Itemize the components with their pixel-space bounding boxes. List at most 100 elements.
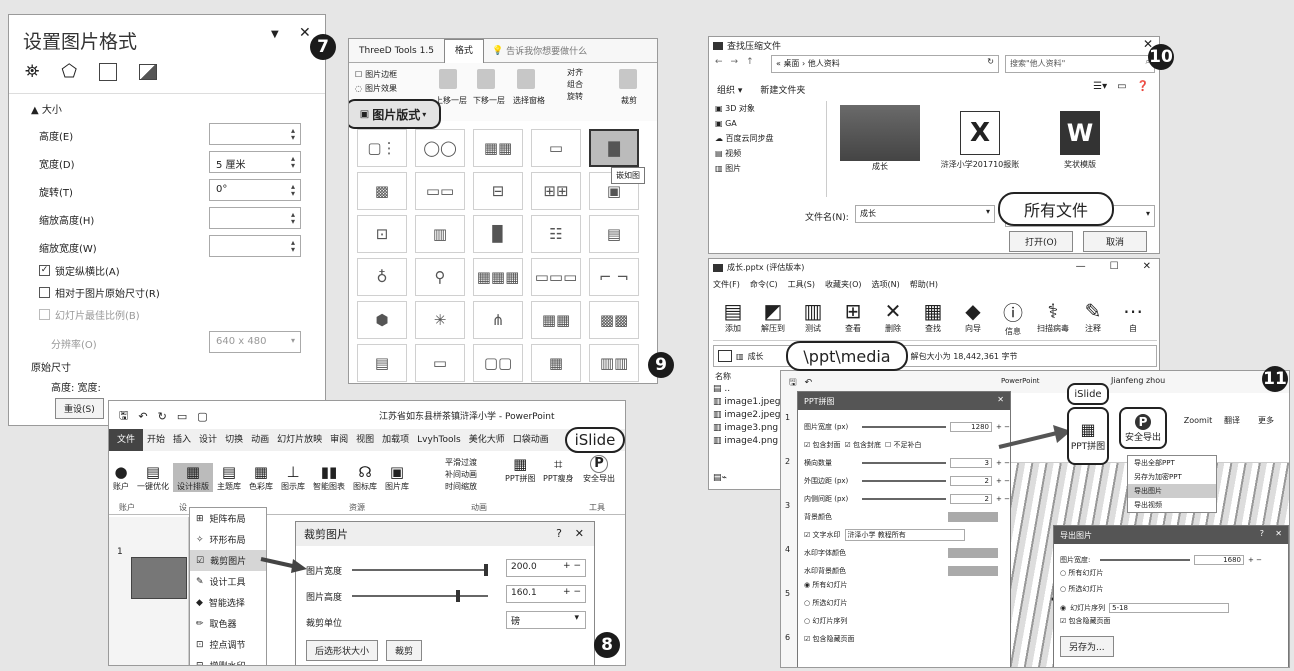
ribbon-tab[interactable]: 加载项 (378, 429, 413, 451)
spinner-icon[interactable]: ▴ ▾ (286, 208, 300, 228)
up-folder-icon[interactable] (718, 350, 732, 362)
ppt-puzzle-button[interactable]: ▦ PPT拼图 (505, 455, 536, 484)
value-input[interactable]: 3 (950, 458, 992, 468)
plus-minus-icon[interactable]: + − (996, 477, 1010, 485)
ribbon-tab[interactable]: 审阅 (326, 429, 352, 451)
slider[interactable] (1100, 559, 1190, 561)
file-item-chengzhang[interactable]: 成长 (835, 105, 925, 172)
slider[interactable] (862, 498, 946, 500)
path-bar[interactable]: « 桌面 › 他人资料 ↻ (771, 55, 999, 73)
help-icon[interactable]: ? (1260, 529, 1264, 538)
tab-threed-tools[interactable]: ThreeD Tools 1.5 (349, 46, 444, 56)
file-item-excel[interactable]: X 浒泽小学201710报账 (935, 105, 1025, 170)
address-bar[interactable]: ▥ 成长 文件, 解包大小为 18,442,361 字节 (713, 345, 1157, 367)
spinner-icon[interactable]: ▴ ▾ (286, 124, 300, 144)
view-icon[interactable]: ☰▾ (1093, 81, 1107, 92)
toolbar-button[interactable]: ◆ 向导 (953, 299, 993, 334)
ribbon-tab[interactable]: 文件 (109, 429, 144, 451)
shape-size-button[interactable]: 后选形状大小 (306, 640, 379, 661)
rotate-button[interactable]: 旋转 (567, 91, 583, 103)
file-item-word[interactable]: W 奖状模版 (1035, 105, 1125, 170)
layout-option-icon[interactable]: ◯◯ (415, 129, 465, 167)
ribbon-tool-button[interactable]: ● 账户 (109, 463, 133, 492)
ribbon-tab[interactable]: 幻灯片放映 (273, 429, 326, 451)
layout-option-icon[interactable]: ⚲ (415, 258, 465, 296)
toolbar-button[interactable]: ▥ 测试 (793, 299, 833, 334)
spinner-icon[interactable]: ▴ ▾ (286, 236, 300, 256)
radio-selected[interactable]: ○ 所选幻灯片 (804, 598, 1010, 616)
tween-animation-button[interactable]: 补间动画 (445, 469, 477, 480)
slider[interactable] (862, 480, 946, 482)
plus-minus-icon[interactable]: + − (1248, 556, 1262, 564)
file-type-highlight[interactable]: 所有文件 (998, 192, 1114, 226)
color-swatch[interactable] (948, 548, 998, 558)
watermark-input[interactable]: 浒泽小学 教程所有 (844, 529, 965, 541)
tab-format[interactable]: 格式 (443, 39, 484, 63)
ribbon-tool-button[interactable]: ▮▮ 智能图表 (309, 463, 349, 492)
effects-icon[interactable]: ⬠ (61, 61, 77, 82)
export-menu-item[interactable]: 导出视频 (1128, 498, 1216, 512)
ribbon-side-button[interactable]: 翻译 (1215, 415, 1249, 426)
menu-item[interactable]: 文件(F) (713, 279, 740, 290)
layout-option-icon[interactable]: ▩▩ (589, 301, 639, 339)
crop-icon[interactable] (619, 69, 637, 89)
tree-item-pictures[interactable]: ▥ 图片 (715, 161, 826, 176)
layout-option-icon[interactable]: ▭ (415, 344, 465, 382)
ribbon-tool-button[interactable]: ⊥ 图示库 (277, 463, 309, 492)
resolution-select[interactable]: 640 x 480 ▾ (209, 331, 301, 353)
layout-option-icon[interactable]: ▢▢ (473, 344, 523, 382)
align-button[interactable]: 对齐 (567, 67, 583, 79)
islide-tab-highlight[interactable]: iSlide (1067, 383, 1109, 405)
menu-item[interactable]: 选项(N) (872, 279, 900, 290)
layout-option-icon[interactable]: ☷ (531, 215, 581, 253)
slider-thumb[interactable] (456, 590, 460, 602)
ribbon-tab[interactable]: 视图 (352, 429, 378, 451)
save-icon[interactable]: 🖫 (789, 375, 797, 391)
ribbon-tool-button[interactable]: ▤ 主题库 (213, 463, 245, 492)
export-menu-item[interactable]: 导出图片 (1128, 484, 1216, 498)
minimize-icon[interactable]: — (1076, 261, 1086, 272)
layout-option-icon[interactable]: ▦▦▦ (473, 258, 523, 296)
toolbar-button[interactable]: ✕ 删除 (873, 299, 913, 334)
lock-aspect-checkbox[interactable]: ✓ 锁定纵横比(A) (39, 263, 120, 278)
scale-height-input[interactable]: ▴ ▾ (209, 207, 301, 229)
ribbon-side-button[interactable]: 更多 (1249, 415, 1283, 426)
scale-width-input[interactable]: ▴ ▾ (209, 235, 301, 257)
slide-number[interactable]: 5 (781, 575, 797, 619)
column-header[interactable]: 名称 (715, 371, 731, 382)
up-icon[interactable]: ↑ (746, 57, 754, 67)
export-radio-sequence[interactable]: ◉ 幻灯片序列 5-18 (1060, 600, 1262, 616)
save-icon[interactable]: 🖫 (119, 407, 128, 426)
maximize-icon[interactable]: ☐ (1110, 261, 1119, 272)
smooth-transition-button[interactable]: 平滑过渡 (445, 457, 477, 468)
height-value-input[interactable]: 160.1 + − (506, 585, 586, 603)
plus-minus-icon[interactable]: + − (996, 495, 1010, 503)
layout-option-icon[interactable]: ▦▦ (473, 129, 523, 167)
tree-item-baidu[interactable]: ☁ 百度云同步盘 (715, 131, 826, 146)
safe-export-highlight[interactable]: P 安全导出 (1119, 407, 1167, 449)
toolbar-button[interactable]: ✎ 注释 (1073, 299, 1113, 334)
back-icon[interactable]: ← (715, 57, 723, 67)
islide-tab-highlight[interactable]: iSlide (565, 427, 625, 453)
time-scale-button[interactable]: 时间缩放 (445, 481, 477, 492)
design-menu-item[interactable]: ✏ 取色器 (190, 613, 266, 634)
layout-option-icon[interactable]: ▉ (473, 215, 523, 253)
unit-select[interactable]: 磅 ▾ (506, 611, 586, 629)
tree-item-video[interactable]: ▤ 视频 (715, 146, 826, 161)
export-menu-item[interactable]: 导出全部PPT (1128, 456, 1216, 470)
close-icon[interactable]: ✕ (1275, 529, 1282, 538)
ribbon-tab[interactable]: 切换 (221, 429, 247, 451)
menu-item[interactable]: 帮助(H) (910, 279, 938, 290)
layout-option-icon[interactable]: ▩ (357, 172, 407, 210)
crop-button[interactable]: 裁剪 (386, 640, 423, 661)
checkbox-checked-icon[interactable]: ✓ (39, 265, 50, 276)
design-menu-item[interactable]: ⊟ 增删水印 (190, 655, 266, 666)
ribbon-tool-button[interactable]: ▦ 色彩库 (245, 463, 277, 492)
toolbar-button[interactable]: ⚕ 扫描病毒 (1033, 299, 1073, 334)
ribbon-tab[interactable]: 动画 (247, 429, 273, 451)
design-menu-item[interactable]: ◆ 智能选择 (190, 592, 266, 613)
value-input[interactable]: 2 (950, 494, 992, 504)
width-value-input[interactable]: 200.0 + − (506, 559, 586, 577)
picture-icon[interactable] (139, 63, 158, 80)
picture-layout-button[interactable]: ▣ 图片版式 ▾ (349, 99, 441, 129)
